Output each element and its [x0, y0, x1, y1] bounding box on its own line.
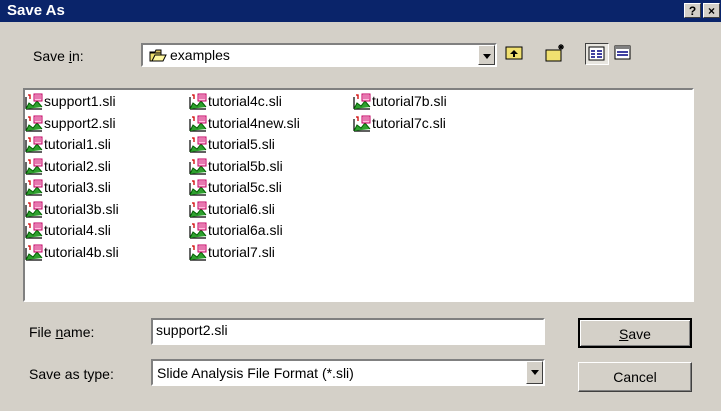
chevron-down-icon[interactable] [478, 45, 495, 65]
file-name: tutorial2.sli [44, 157, 111, 174]
folder-open-icon [149, 49, 167, 62]
slide-file-icon [25, 115, 43, 132]
file-name: tutorial5b.sli [208, 157, 283, 174]
slide-file-icon [25, 201, 43, 218]
help-button[interactable]: ? [684, 3, 701, 18]
title-bar[interactable]: Save As ? × [0, 0, 721, 22]
slide-file-icon [25, 136, 43, 153]
file-name: tutorial6.sli [208, 200, 275, 217]
slide-file-icon [25, 93, 43, 110]
file-name-label: File name: [29, 324, 95, 340]
slide-file-icon [189, 201, 207, 218]
save-as-type-dropdown[interactable]: Slide Analysis File Format (*.sli) [151, 359, 545, 386]
save-as-type-label: Save as type: [29, 366, 114, 382]
save-in-value: examples [170, 47, 230, 63]
slide-file-icon [25, 158, 43, 175]
create-new-folder-button[interactable] [544, 43, 568, 65]
list-view-icon [588, 46, 605, 61]
slide-file-icon [189, 158, 207, 175]
slide-file-icon [189, 93, 207, 110]
slide-file-icon [189, 179, 207, 196]
file-name: tutorial7.sli [208, 243, 275, 260]
save-in-label: Save in: [33, 48, 84, 64]
file-name: tutorial1.sli [44, 136, 111, 152]
details-view-button[interactable] [612, 43, 636, 65]
file-name: tutorial5c.sli [208, 179, 282, 195]
file-list[interactable]: support1.sli support2.sli tutorial1.sli tut… [23, 88, 694, 302]
up-folder-icon [505, 46, 523, 60]
chevron-down-icon[interactable] [526, 361, 543, 384]
file-name: tutorial7b.sli [372, 93, 447, 109]
slide-file-icon [353, 93, 371, 110]
file-name: tutorial4c.sli [208, 93, 282, 109]
file-name: tutorial4b.sli [44, 243, 119, 260]
file-name: tutorial4.sli [44, 222, 111, 238]
save-as-type-value: Slide Analysis File Format (*.sli) [157, 365, 354, 381]
slide-file-icon [189, 115, 207, 132]
close-button[interactable]: × [703, 3, 720, 18]
slide-file-icon [25, 179, 43, 196]
list-view-button[interactable] [585, 43, 609, 65]
slide-file-icon [189, 244, 207, 261]
slide-file-icon [189, 222, 207, 239]
cancel-button[interactable]: Cancel [578, 362, 692, 392]
slide-file-icon [25, 244, 43, 261]
file-name: tutorial4new.sli [208, 114, 300, 131]
slide-file-icon [189, 136, 207, 153]
slide-file-icon [25, 222, 43, 239]
details-view-icon [614, 45, 631, 60]
save-as-dialog: Save As ? × Save in: examples support1.s… [0, 0, 721, 411]
file-name: tutorial6a.sli [208, 222, 283, 238]
file-name: tutorial3.sli [44, 179, 111, 195]
file-name: tutorial5.sli [208, 136, 275, 152]
file-name: tutorial3b.sli [44, 200, 119, 217]
save-button[interactable]: Save [578, 318, 692, 348]
file-name-input[interactable]: support2.sli [151, 318, 545, 345]
file-name: support1.sli [44, 93, 116, 109]
dialog-title: Save As [7, 2, 65, 19]
save-in-dropdown[interactable]: examples [141, 43, 497, 67]
file-name: support2.sli [44, 114, 116, 131]
new-folder-icon [545, 44, 564, 62]
slide-file-icon [353, 115, 371, 132]
up-one-level-button[interactable] [503, 43, 527, 65]
file-name: tutorial7c.sli [372, 114, 446, 131]
